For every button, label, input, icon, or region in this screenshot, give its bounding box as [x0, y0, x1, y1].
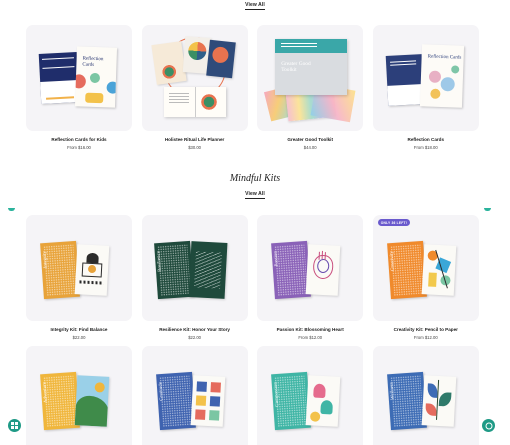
- product-card[interactable]: ONLY 36 LEFT! Creativity Creativity Kit:…: [372, 215, 479, 340]
- product-card[interactable]: Wellness: [372, 346, 479, 445]
- view-all-kits-link[interactable]: View All: [0, 191, 510, 199]
- product-price: $44.00: [303, 145, 317, 150]
- product-image[interactable]: ONLY 36 LEFT! Creativity: [372, 215, 479, 321]
- product-image[interactable]: Reflection Cards: [372, 25, 479, 131]
- product-card[interactable]: Adventure: [26, 346, 132, 445]
- product-image[interactable]: Passion: [257, 215, 364, 321]
- kit-card: [74, 375, 110, 427]
- product-price: $22.00: [188, 335, 201, 340]
- grid-icon: [11, 422, 18, 429]
- product-image[interactable]: Wellness: [372, 346, 479, 445]
- stock-badge: ONLY 36 LEFT!: [377, 219, 411, 226]
- kit-book: Wellness: [386, 371, 427, 431]
- product-image[interactable]: Adventure: [26, 346, 132, 445]
- product-card[interactable]: Reflection Cards Reflection Cards for Kid…: [26, 25, 132, 150]
- product-card[interactable]: Reflection Cards Reflection Cards From $…: [372, 25, 479, 150]
- product-card[interactable]: Holistee Ritual Life Planner $30.00: [141, 25, 248, 150]
- product-image[interactable]: Greater Good Toolkit: [257, 25, 364, 131]
- product-name[interactable]: Reflection Cards: [373, 137, 479, 142]
- kit-card: [74, 244, 110, 296]
- product-card[interactable]: Resilience Resilience Kit: Honor Your St…: [141, 215, 248, 340]
- product-name[interactable]: Creativity Kit: Pencil to Paper: [373, 327, 479, 332]
- kit-card: [190, 375, 225, 427]
- product-image[interactable]: [141, 25, 248, 131]
- product-price: From $16.00: [67, 145, 91, 150]
- product-name[interactable]: Greater Good Toolkit: [257, 137, 363, 142]
- kit-book: Resilience: [153, 240, 194, 300]
- section-title: Mindful Kits: [229, 173, 281, 184]
- view-all-top-link[interactable]: View All: [0, 2, 510, 10]
- kit-card: [421, 375, 457, 427]
- product-card[interactable]: Compassion: [257, 346, 364, 445]
- kit-book: Creativity: [386, 240, 427, 300]
- product-price: $30.00: [188, 145, 201, 150]
- carousel-edge-marker: [8, 208, 15, 211]
- product-name[interactable]: Resilience Kit: Honor Your Story: [142, 327, 248, 332]
- kit-card: [421, 244, 457, 296]
- product-card[interactable]: Passion Passion Kit: Blossoming Heart Fr…: [257, 215, 364, 340]
- product-name[interactable]: Passion Kit: Blossoming Heart: [257, 327, 363, 332]
- kit-book: Gratitude: [155, 371, 196, 431]
- product-price: $22.00: [72, 335, 86, 340]
- product-card[interactable]: Greater Good Toolkit Greater Good Toolkit…: [257, 25, 364, 150]
- kit-card: [305, 375, 341, 427]
- kit-card: [305, 244, 341, 296]
- product-price: From $12.00: [298, 335, 323, 340]
- product-image[interactable]: Reflection Cards: [26, 25, 132, 131]
- mindful-kits-grid-row3: Adventure Gratitude Compassion Wellness: [26, 346, 479, 445]
- product-name[interactable]: Reflection Cards for Kids: [26, 137, 132, 142]
- mindful-kits-grid: Integrity Integrity Kit: Find Balance $2…: [26, 215, 479, 340]
- product-card[interactable]: Integrity Integrity Kit: Find Balance $2…: [26, 215, 132, 340]
- chat-icon: [485, 422, 492, 429]
- product-price: From $12.00: [413, 335, 438, 340]
- kit-card: [188, 241, 228, 299]
- product-image[interactable]: Compassion: [257, 346, 364, 445]
- product-name[interactable]: Integrity Kit: Find Balance: [26, 327, 132, 332]
- featured-products-grid: Reflection Cards Reflection Cards for Kid…: [26, 25, 479, 150]
- product-image[interactable]: Gratitude: [141, 346, 248, 445]
- chat-button[interactable]: [482, 419, 495, 432]
- menu-grid-button[interactable]: [8, 419, 21, 432]
- product-price: From $18.00: [413, 145, 438, 150]
- product-image[interactable]: Integrity: [26, 215, 132, 321]
- carousel-edge-marker: [484, 208, 491, 211]
- product-image[interactable]: Resilience: [141, 215, 248, 321]
- product-card[interactable]: Gratitude: [141, 346, 248, 445]
- product-name[interactable]: Holistee Ritual Life Planner: [142, 137, 248, 142]
